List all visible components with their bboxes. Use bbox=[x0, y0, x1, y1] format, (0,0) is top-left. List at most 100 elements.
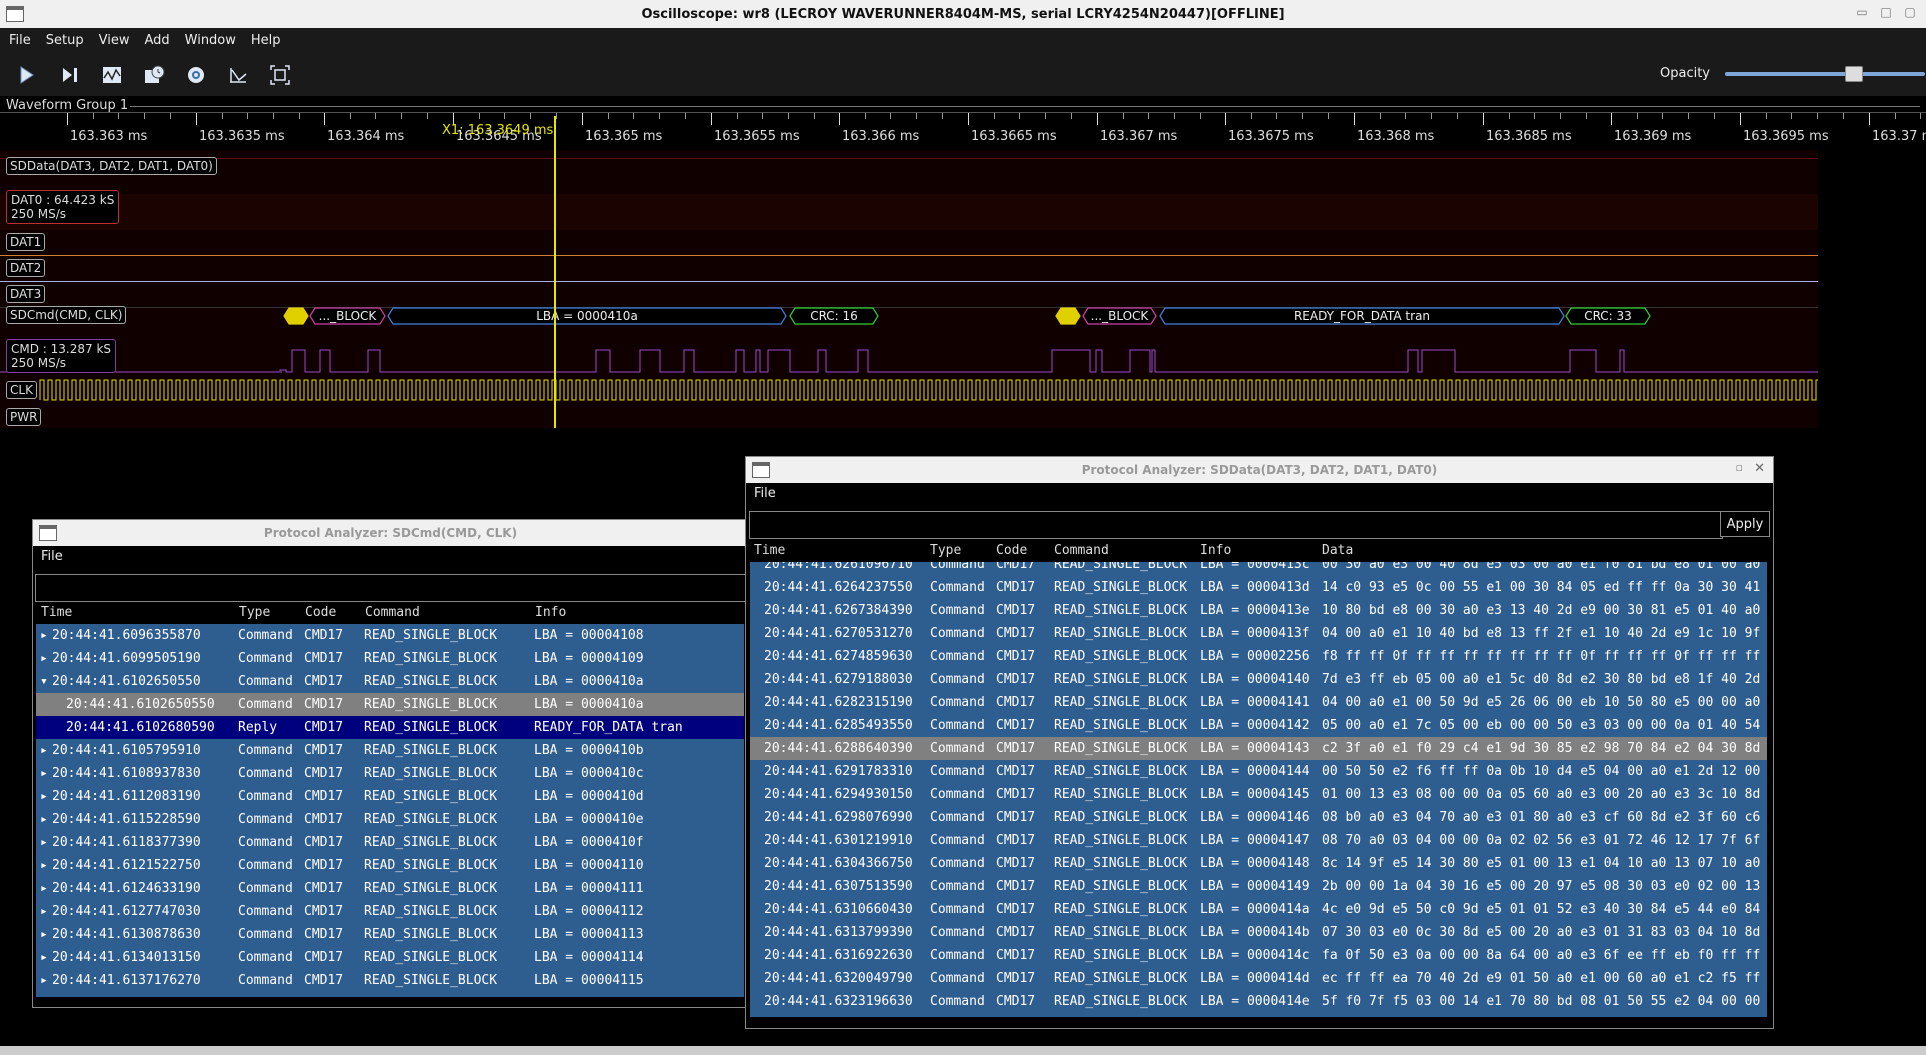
measure-icon[interactable] bbox=[224, 62, 252, 88]
channel-dat2[interactable]: DAT2 bbox=[6, 259, 46, 277]
expand-arrow-icon[interactable]: ▸ bbox=[40, 835, 48, 850]
expand-arrow-icon[interactable]: ▸ bbox=[40, 789, 48, 804]
channel-clk[interactable]: CLK bbox=[6, 381, 37, 399]
table-row[interactable]: ▸ 20:44:41.6112083190 Command CMD17 READ_SIN… bbox=[36, 785, 744, 808]
sdcmd-panel-menu-file[interactable]: File bbox=[33, 546, 748, 568]
table-row[interactable]: 20:44:41.6291783310 Command CMD17 READ_SING… bbox=[750, 760, 1767, 783]
col-type[interactable]: Type bbox=[239, 605, 270, 620]
x1-cursor[interactable] bbox=[554, 116, 556, 428]
expand-arrow-icon[interactable]: ▸ bbox=[40, 651, 48, 666]
table-row[interactable]: ▸ 20:44:41.6121522750 Command CMD17 READ_SIN… bbox=[36, 854, 744, 877]
expand-arrow-icon[interactable]: ▸ bbox=[40, 927, 48, 942]
sdcmd-filter-input[interactable] bbox=[35, 574, 749, 602]
col-time[interactable]: Time bbox=[754, 543, 785, 558]
table-row[interactable]: ▸ 20:44:41.6096355870 Command CMD17 READ_SIN… bbox=[36, 624, 744, 647]
table-row[interactable]: 20:44:41.6267384390 Command CMD17 READ_SING… bbox=[750, 599, 1767, 622]
channel-sdcmd[interactable]: SDCmd(CMD, CLK) bbox=[6, 306, 127, 324]
expand-arrow-icon[interactable]: ▸ bbox=[40, 743, 48, 758]
col-info[interactable]: Info bbox=[1200, 543, 1231, 558]
table-row[interactable]: 20:44:41.6261096710 Command CMD17 READ_SING… bbox=[750, 562, 1767, 576]
table-row[interactable]: ▸ 20:44:41.6115228590 Command CMD17 READ_SIN… bbox=[36, 808, 744, 831]
settings-gear-icon[interactable] bbox=[182, 62, 210, 88]
x1-cursor-label[interactable]: X1: 163.3649 ms bbox=[442, 123, 553, 138]
table-row[interactable]: 20:44:41.6313799390 Command CMD17 READ_SING… bbox=[750, 921, 1767, 944]
col-time[interactable]: Time bbox=[41, 605, 72, 620]
table-row[interactable]: 20:44:41.6102680590 Reply CMD17 READ_SINGLE… bbox=[36, 716, 744, 739]
table-row[interactable]: 20:44:41.6102650550 Command CMD17 READ_SING… bbox=[36, 693, 744, 716]
table-row[interactable]: 20:44:41.6264237550 Command CMD17 READ_SING… bbox=[750, 576, 1767, 599]
sddata-table-body[interactable]: 20:44:41.6261096710 Command CMD17 READ_SING… bbox=[750, 562, 1767, 1017]
table-row[interactable]: ▸ 20:44:41.6137176270 Command CMD17 READ_SIN… bbox=[36, 969, 744, 992]
trigger-timer-icon[interactable] bbox=[140, 62, 168, 88]
opacity-slider-thumb[interactable] bbox=[1844, 66, 1863, 82]
expand-arrow-icon[interactable]: ▸ bbox=[40, 950, 48, 965]
col-info[interactable]: Info bbox=[535, 605, 566, 620]
table-row[interactable]: ▸ 20:44:41.6124633190 Command CMD17 READ_SIN… bbox=[36, 877, 744, 900]
run-icon[interactable] bbox=[12, 62, 40, 88]
table-row[interactable]: ▸ 20:44:41.6118377390 Command CMD17 READ_SIN… bbox=[36, 831, 744, 854]
table-row[interactable]: ▸ 20:44:41.6099505190 Command CMD17 READ_SIN… bbox=[36, 647, 744, 670]
channel-dat1[interactable]: DAT1 bbox=[6, 233, 46, 251]
table-row[interactable]: 20:44:41.6310660430 Command CMD17 READ_SING… bbox=[750, 898, 1767, 921]
table-row[interactable]: ▸ 20:44:41.6127747030 Command CMD17 READ_SIN… bbox=[36, 900, 744, 923]
table-row[interactable]: ▸ 20:44:41.6108937830 Command CMD17 READ_SIN… bbox=[36, 762, 744, 785]
table-row[interactable]: ▸ 20:44:41.6105795910 Command CMD17 READ_SIN… bbox=[36, 739, 744, 762]
menu-file[interactable]: File bbox=[0, 33, 37, 48]
table-row[interactable]: 20:44:41.6320049790 Command CMD17 READ_SING… bbox=[750, 967, 1767, 990]
menu-add[interactable]: Add bbox=[135, 33, 175, 48]
expand-arrow-icon[interactable]: ▸ bbox=[40, 858, 48, 873]
single-step-icon[interactable] bbox=[56, 62, 84, 88]
col-command[interactable]: Command bbox=[1054, 543, 1109, 558]
table-row[interactable]: ▾ 20:44:41.6102650550 Command CMD17 READ_SIN… bbox=[36, 670, 744, 693]
expand-arrow-icon[interactable]: ▾ bbox=[40, 674, 48, 689]
apply-button[interactable]: Apply bbox=[1720, 511, 1770, 537]
minimize-icon[interactable]: ▭ bbox=[1854, 5, 1870, 19]
col-data[interactable]: Data bbox=[1322, 543, 1353, 558]
table-row[interactable]: 20:44:41.6274859630 Command CMD17 READ_SING… bbox=[750, 645, 1767, 668]
table-row[interactable]: 20:44:41.6304366750 Command CMD17 READ_SING… bbox=[750, 852, 1767, 875]
table-row[interactable]: 20:44:41.6298076990 Command CMD17 READ_SING… bbox=[750, 806, 1767, 829]
table-row[interactable]: 20:44:41.6285493550 Command CMD17 READ_SING… bbox=[750, 714, 1767, 737]
expand-arrow-icon[interactable]: ▸ bbox=[40, 973, 48, 988]
expand-arrow-icon[interactable]: ▸ bbox=[40, 766, 48, 781]
channel-dat3[interactable]: DAT3 bbox=[6, 285, 46, 303]
col-type[interactable]: Type bbox=[930, 543, 961, 558]
table-row[interactable]: 20:44:41.6307513590 Command CMD17 READ_SING… bbox=[750, 875, 1767, 898]
table-row[interactable]: 20:44:41.6301219910 Command CMD17 READ_SING… bbox=[750, 829, 1767, 852]
maximize-icon[interactable]: □ bbox=[1878, 5, 1894, 19]
table-row[interactable]: 20:44:41.6316922630 Command CMD17 READ_SING… bbox=[750, 944, 1767, 967]
time-ruler[interactable]: 163.363 ms 163.3635 ms 163.364 ms 163.3645 … bbox=[0, 112, 1926, 149]
sddata-panel-menu-file[interactable]: File bbox=[746, 483, 1773, 505]
sdcmd-table-body[interactable]: ▸ 20:44:41.6096355870 Command CMD17 READ_SIN… bbox=[36, 624, 744, 997]
menu-setup[interactable]: Setup bbox=[37, 33, 90, 48]
menu-view[interactable]: View bbox=[90, 33, 136, 48]
table-row[interactable]: 20:44:41.6270531270 Command CMD17 READ_SING… bbox=[750, 622, 1767, 645]
expand-arrow-icon[interactable]: ▸ bbox=[40, 812, 48, 827]
fit-zoom-icon[interactable] bbox=[266, 62, 294, 88]
table-row[interactable]: 20:44:41.6279188030 Command CMD17 READ_SING… bbox=[750, 668, 1767, 691]
table-row[interactable]: 20:44:41.6294930150 Command CMD17 READ_SING… bbox=[750, 783, 1767, 806]
cmd-info-box[interactable]: CMD : 13.287 kS 250 MS/s bbox=[6, 339, 117, 373]
waveform-icon[interactable] bbox=[98, 62, 126, 88]
table-row[interactable]: ▸ 20:44:41.6130878630 Command CMD17 READ_SIN… bbox=[36, 923, 744, 946]
maximize-icon[interactable]: ▫ bbox=[1736, 461, 1743, 474]
sddata-filter-input[interactable] bbox=[749, 511, 1723, 539]
table-row[interactable]: 20:44:41.6323196630 Command CMD17 READ_SING… bbox=[750, 990, 1767, 1013]
sddata-panel-title-bar[interactable]: Protocol Analyzer: SDData(DAT3, DAT2, DA… bbox=[746, 457, 1773, 483]
col-command[interactable]: Command bbox=[365, 605, 420, 620]
table-row[interactable]: 20:44:41.6282315190 Command CMD17 READ_SING… bbox=[750, 691, 1767, 714]
col-code[interactable]: Code bbox=[996, 543, 1027, 558]
sdcmd-panel-title-bar[interactable]: Protocol Analyzer: SDCmd(CMD, CLK) bbox=[33, 520, 748, 546]
menu-help[interactable]: Help bbox=[242, 33, 287, 48]
close-icon[interactable]: ✕ bbox=[1754, 461, 1765, 476]
opacity-slider[interactable] bbox=[1725, 72, 1925, 76]
dat0-info-box[interactable]: DAT0 : 64.423 kS 250 MS/s bbox=[6, 190, 120, 224]
table-row[interactable]: ▸ 20:44:41.6134013150 Command CMD17 READ_SIN… bbox=[36, 946, 744, 969]
close-icon[interactable]: ▢ bbox=[1902, 5, 1918, 19]
expand-arrow-icon[interactable]: ▸ bbox=[40, 881, 48, 896]
channel-pwr[interactable]: PWR bbox=[6, 408, 42, 426]
expand-arrow-icon[interactable]: ▸ bbox=[40, 628, 48, 643]
table-row[interactable]: 20:44:41.6288640390 Command CMD17 READ_SING… bbox=[750, 737, 1767, 760]
menu-window[interactable]: Window bbox=[176, 33, 242, 48]
channel-sddata[interactable]: SDData(DAT3, DAT2, DAT1, DAT0) bbox=[6, 157, 217, 175]
